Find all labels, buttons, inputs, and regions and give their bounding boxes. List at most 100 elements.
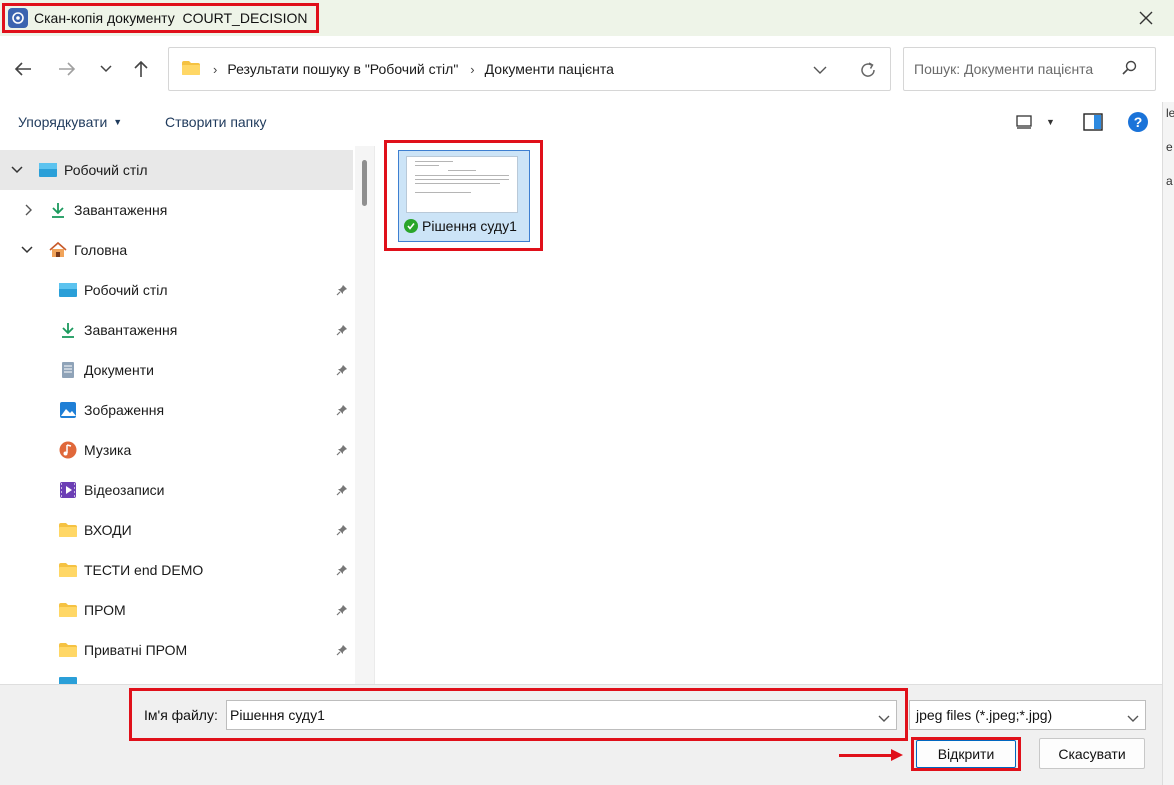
tree-item-label: ВХОДИ: [84, 522, 132, 538]
chevron-down-icon[interactable]: [1127, 710, 1139, 726]
quick-access-folder-private-prom[interactable]: Приватні ПРОМ: [0, 630, 353, 670]
filename-label: Ім'я файлу:: [144, 707, 218, 723]
tree-item-downloads-root[interactable]: Завантаження: [0, 190, 353, 230]
chevron-right-icon[interactable]: [22, 203, 36, 217]
tree-item-label: Відеозаписи: [84, 482, 165, 498]
quick-access-folder-vkhody[interactable]: ВХОДИ: [0, 510, 353, 550]
address-history-button[interactable]: [809, 60, 831, 80]
tree-item-label: Документи: [84, 362, 154, 378]
pin-icon[interactable]: [335, 643, 349, 657]
home-icon: [48, 240, 68, 260]
pin-icon[interactable]: [335, 323, 349, 337]
desktop-icon: [38, 160, 58, 180]
chevron-down-icon[interactable]: [10, 163, 24, 177]
pin-icon[interactable]: [335, 283, 349, 297]
pin-icon[interactable]: [335, 443, 349, 457]
help-button[interactable]: ?: [1127, 110, 1149, 134]
view-mode-button[interactable]: ▼: [1016, 110, 1055, 134]
recent-locations-button[interactable]: [91, 54, 121, 84]
pin-icon[interactable]: [335, 563, 349, 577]
refresh-icon: [861, 62, 875, 77]
tree-item-label: Музика: [84, 442, 132, 458]
quick-access-music[interactable]: Музика: [0, 430, 353, 470]
filename-input[interactable]: Рішення суду1: [226, 700, 897, 730]
pin-icon[interactable]: [335, 403, 349, 417]
dialog-footer: Ім'я файлу: Рішення суду1 jpeg files (*.…: [0, 684, 1162, 785]
close-button[interactable]: [1132, 4, 1160, 32]
caret-down-icon: ▼: [113, 117, 123, 127]
quick-access-desktop[interactable]: Робочий стіл: [0, 270, 353, 310]
background-window-edge: le e a: [1162, 102, 1174, 785]
breadcrumb-segment-search[interactable]: Результати пошуку в "Робочий стіл": [227, 61, 458, 77]
tree-item-label: Робочий стіл: [84, 282, 168, 298]
navigation-bar: › Результати пошуку в "Робочий стіл" › Д…: [0, 36, 1174, 102]
folder-icon: [181, 60, 201, 79]
tree-item-partial: [0, 670, 353, 684]
desktop-icon: [58, 674, 78, 684]
tree-item-label: ТЕСТИ end DEMO: [84, 562, 204, 578]
sidebar-scrollbar[interactable]: [355, 146, 374, 684]
breadcrumb-segment-folder[interactable]: Документи пацієнта: [485, 61, 614, 77]
quick-access-folder-prom[interactable]: ПРОМ: [0, 590, 353, 630]
pin-icon[interactable]: [335, 603, 349, 617]
new-folder-button[interactable]: Створити папку: [165, 114, 267, 130]
search-icon[interactable]: [1121, 60, 1137, 79]
desktop-icon: [58, 280, 78, 300]
scrollbar-thumb[interactable]: [362, 160, 367, 206]
caret-down-icon: ▼: [1046, 117, 1055, 127]
view-icon: [1016, 115, 1032, 129]
breadcrumb-separator: ›: [213, 61, 218, 77]
filetype-select[interactable]: jpeg files (*.jpeg;*.jpg): [909, 700, 1146, 730]
open-button[interactable]: Відкрити: [916, 740, 1016, 768]
tree-item-label: ПРОМ: [84, 602, 126, 618]
folder-icon: [58, 520, 78, 540]
pin-icon[interactable]: [335, 483, 349, 497]
chevron-down-icon: [100, 65, 112, 73]
quick-access-videos[interactable]: Відеозаписи: [0, 470, 353, 510]
search-box[interactable]: Пошук: Документи пацієнта: [903, 47, 1156, 91]
tree-item-desktop-root[interactable]: Робочий стіл: [0, 150, 353, 190]
pin-icon[interactable]: [335, 523, 349, 537]
preview-pane-button[interactable]: [1083, 110, 1103, 134]
help-icon: ?: [1128, 112, 1148, 132]
back-button[interactable]: [8, 54, 38, 84]
title-bar: Скан-копія документу COURT_DECISION: [0, 0, 1174, 36]
file-name-row: Рішення суду1: [404, 218, 517, 234]
pictures-icon: [58, 400, 78, 420]
chevron-down-icon[interactable]: [20, 243, 34, 257]
up-button[interactable]: [126, 54, 156, 84]
file-item[interactable]: Рішення суду1: [398, 150, 530, 242]
window-title: Скан-копія документу COURT_DECISION: [34, 10, 308, 26]
address-bar[interactable]: › Результати пошуку в "Робочий стіл" › Д…: [168, 47, 891, 91]
quick-access-pictures[interactable]: Зображення: [0, 390, 353, 430]
organize-menu-button[interactable]: Упорядкувати ▼: [18, 114, 122, 130]
tree-item-label: Зображення: [84, 402, 165, 418]
cancel-button[interactable]: Скасувати: [1039, 738, 1145, 769]
arrow-right-icon: [59, 62, 76, 76]
title-highlight: Скан-копія документу COURT_DECISION: [2, 3, 319, 33]
edge-glyph: a: [1166, 174, 1173, 188]
app-icon: [8, 8, 28, 28]
arrow-up-icon: [134, 60, 148, 77]
music-icon: [58, 440, 78, 460]
chevron-down-icon: [813, 66, 827, 74]
svg-text:?: ?: [1134, 114, 1143, 130]
videos-icon: [58, 480, 78, 500]
quick-access-documents[interactable]: Документи: [0, 350, 353, 390]
tree-item-label: Завантаження: [84, 322, 178, 338]
tree-item-home[interactable]: Головна: [0, 230, 353, 270]
documents-icon: [58, 360, 78, 380]
file-list-view: Рішення суду1: [374, 140, 1162, 684]
arrow-left-icon: [14, 62, 31, 76]
forward-button[interactable]: [52, 54, 82, 84]
folder-icon: [58, 600, 78, 620]
annotation-arrow: [839, 754, 894, 757]
preview-pane-icon: [1083, 113, 1103, 131]
quick-access-downloads[interactable]: Завантаження: [0, 310, 353, 350]
chevron-down-icon[interactable]: [878, 710, 890, 726]
folder-icon: [58, 640, 78, 660]
quick-access-folder-tests[interactable]: ТЕСТИ end DEMO: [0, 550, 353, 590]
pin-icon[interactable]: [335, 363, 349, 377]
refresh-button[interactable]: [855, 58, 881, 82]
tree-item-label: Головна: [74, 242, 128, 258]
